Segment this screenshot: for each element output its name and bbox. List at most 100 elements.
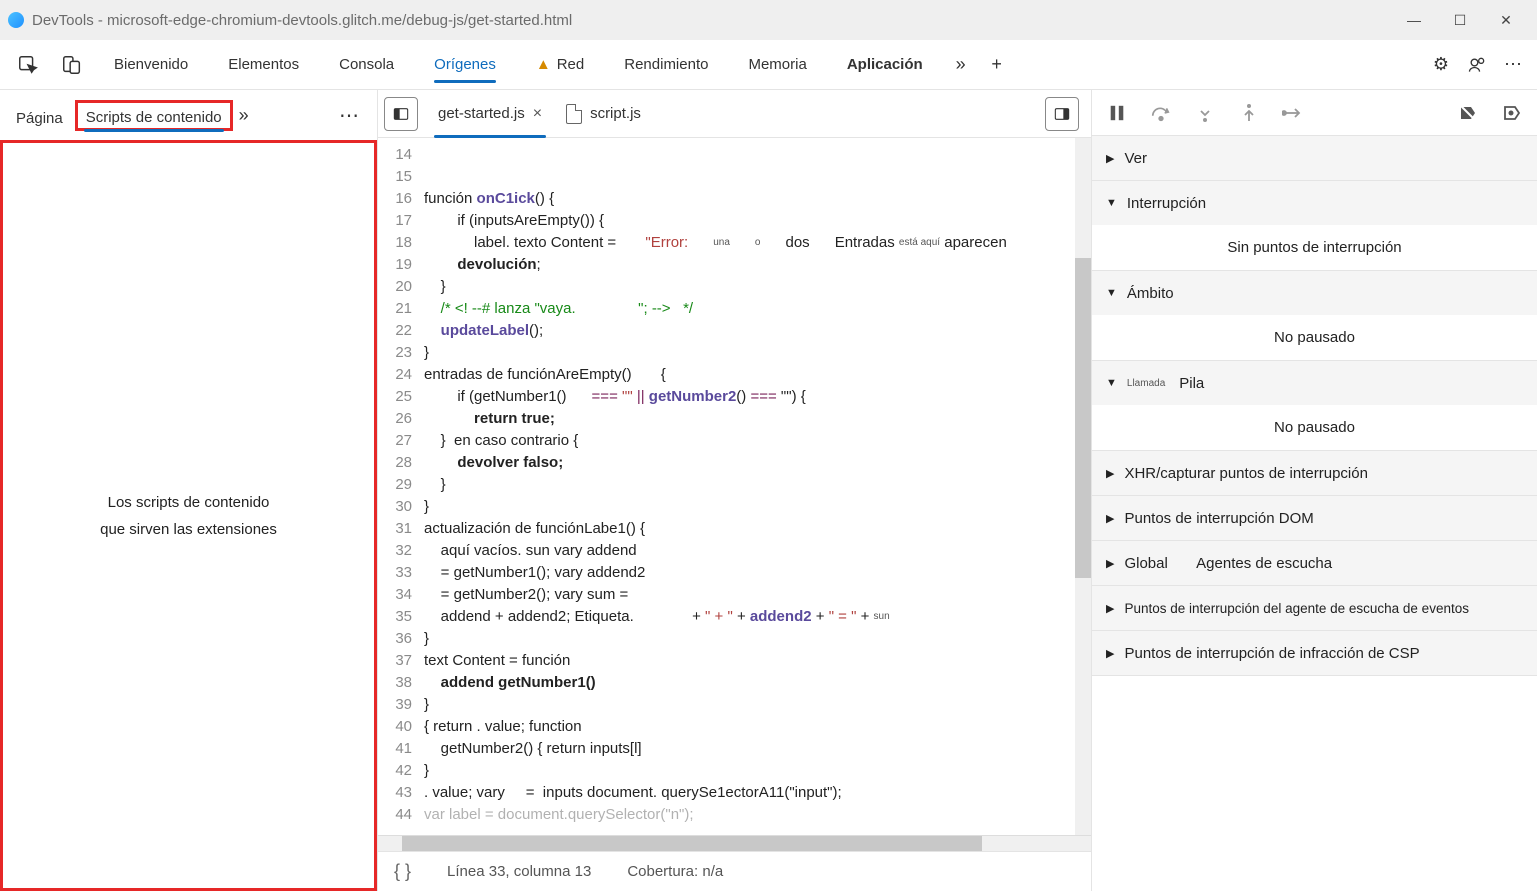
more-menu-icon[interactable]: ⋯ (1495, 47, 1531, 83)
tab-application[interactable]: Aplicación (827, 40, 943, 89)
tab-sources-label: Orígenes (434, 56, 496, 73)
callstack-pre: Llamada (1127, 378, 1165, 389)
tab-elements-label: Elementos (228, 56, 299, 73)
pause-icon[interactable] (1106, 102, 1128, 124)
device-tool[interactable] (50, 40, 94, 89)
tab-memory[interactable]: Memoria (728, 40, 826, 89)
h-scroll-thumb[interactable] (402, 836, 982, 851)
step-into-icon[interactable] (1194, 102, 1216, 124)
empty-line-2: que sirven las extensiones (100, 521, 277, 538)
listeners-label: Agentes de escucha (1196, 555, 1332, 572)
main-tabbar: Bienvenido Elementos Consola Orígenes ▲R… (0, 40, 1537, 90)
global-label: Global (1124, 555, 1167, 572)
more-tabs-icon[interactable]: » (943, 47, 979, 83)
coverage-status: Cobertura: n/a (627, 863, 723, 880)
titlebar: DevTools - microsoft-edge-chromium-devto… (0, 0, 1537, 40)
csp-bp-header[interactable]: ▶Puntos de interrupción de infracción de… (1092, 631, 1537, 675)
csp-bp-section: ▶Puntos de interrupción de infracción de… (1092, 631, 1537, 676)
code-content: función onC1ick() { if (inputsAreEmpty()… (420, 138, 1091, 835)
tab-application-label: Aplicación (847, 56, 923, 73)
xhr-bp-label: XHR/capturar puntos de interrupción (1124, 465, 1367, 482)
debug-toggle-button[interactable] (1045, 97, 1079, 131)
xhr-bp-header[interactable]: ▶ XHR/capturar puntos de interrupción (1092, 451, 1537, 495)
empty-line-1: Los scripts de contenido (108, 494, 270, 511)
inspect-tool[interactable] (6, 40, 50, 89)
nav-tab-page[interactable]: Página (6, 100, 73, 131)
callstack-header[interactable]: ▼LlamadaPila (1092, 361, 1537, 405)
debugger-pane: ▶Ver ▼Interrupción Sin puntos de interru… (1091, 90, 1537, 891)
editor-pane: get-started.js × script.js 14 15 16 17 1… (378, 90, 1091, 891)
tab-welcome-label: Bienvenido (114, 56, 188, 73)
callstack-not-paused: No pausado (1092, 405, 1537, 450)
vertical-scrollbar[interactable] (1075, 138, 1091, 835)
step-out-icon[interactable] (1238, 102, 1260, 124)
breakpoints-header[interactable]: ▼Interrupción (1092, 181, 1537, 225)
tab-elements[interactable]: Elementos (208, 40, 319, 89)
maximize-button[interactable]: ☐ (1437, 4, 1483, 36)
global-listeners-section: ▶ Global Agentes de escucha (1092, 541, 1537, 586)
v-scroll-thumb[interactable] (1075, 258, 1091, 578)
tab-welcome[interactable]: Bienvenido (94, 40, 208, 89)
watch-header[interactable]: ▶Ver (1092, 136, 1537, 180)
global-listeners-header[interactable]: ▶ Global Agentes de escucha (1092, 541, 1537, 585)
nav-tab-content-scripts-label: Scripts de contenido (86, 109, 222, 126)
file-tab-other[interactable]: script.js (556, 96, 651, 132)
deactivate-bp-icon[interactable] (1457, 102, 1479, 124)
expand-right-icon: ▶ (1106, 467, 1114, 480)
sources-navigator: Página Scripts de contenido » ⋯ Los scri… (0, 90, 378, 891)
tab-sources[interactable]: Orígenes (414, 40, 516, 89)
add-tab-icon[interactable]: + (979, 47, 1015, 83)
tab-network-label: Red (557, 56, 585, 73)
scope-not-paused: No pausado (1092, 315, 1537, 360)
expand-down-icon: ▼ (1106, 377, 1117, 389)
expand-right-icon: ▶ (1106, 557, 1114, 570)
file-icon (566, 104, 582, 124)
nav-tab-content-scripts[interactable]: Scripts de contenido (75, 100, 233, 131)
tab-network[interactable]: ▲Red (516, 40, 604, 89)
line-gutter: 14 15 16 17 18 19 20 21 22 23 24 25 26 2… (378, 138, 420, 835)
code-editor[interactable]: 14 15 16 17 18 19 20 21 22 23 24 25 26 2… (378, 138, 1091, 835)
no-breakpoints: Sin puntos de interrupción (1092, 225, 1537, 270)
file-tab-active[interactable]: get-started.js × (428, 97, 552, 131)
tab-console[interactable]: Consola (319, 40, 414, 89)
close-button[interactable]: ✕ (1483, 4, 1529, 36)
nav-menu-icon[interactable]: ⋯ (327, 103, 371, 128)
breakpoints-section: ▼Interrupción Sin puntos de interrupción (1092, 181, 1537, 271)
xhr-bp-section: ▶ XHR/capturar puntos de interrupción (1092, 451, 1537, 496)
file-tabbar: get-started.js × script.js (378, 90, 1091, 138)
minimize-button[interactable]: — (1391, 4, 1437, 36)
horizontal-scrollbar[interactable] (378, 835, 1091, 851)
scope-label: Ámbito (1127, 285, 1174, 302)
dom-bp-label: Puntos de interrupción DOM (1124, 510, 1313, 527)
feedback-icon[interactable] (1459, 47, 1495, 83)
settings-gear-icon[interactable]: ⚙ (1423, 47, 1459, 83)
edge-logo (8, 12, 24, 28)
close-tab-icon[interactable]: × (533, 105, 542, 123)
navigator-tabs: Página Scripts de contenido » ⋯ (0, 90, 377, 140)
tab-memory-label: Memoria (748, 56, 806, 73)
expand-right-icon: ▶ (1106, 512, 1114, 525)
pause-exceptions-icon[interactable] (1501, 102, 1523, 124)
debugger-toolbar (1092, 90, 1537, 136)
event-bp-section: ▶ Puntos de interrupción del agente de es… (1092, 586, 1537, 631)
editor-statusbar: { } Línea 33, columna 13 Cobertura: n/a (378, 851, 1091, 891)
expand-down-icon: ▼ (1106, 287, 1117, 299)
expand-right-icon: ▶ (1106, 152, 1114, 165)
expand-right-icon: ▶ (1106, 602, 1114, 615)
pretty-print-icon[interactable]: { } (394, 861, 411, 882)
window-title: DevTools - microsoft-edge-chromium-devto… (32, 12, 1391, 29)
step-over-icon[interactable] (1150, 102, 1172, 124)
tab-performance[interactable]: Rendimiento (604, 40, 728, 89)
nav-toggle-button[interactable] (384, 97, 418, 131)
event-bp-header[interactable]: ▶ Puntos de interrupción del agente de es… (1092, 586, 1537, 630)
nav-tab-page-label: Página (16, 110, 63, 127)
event-bp-label: Puntos de interrupción del agente de esc… (1124, 601, 1469, 616)
scope-header[interactable]: ▼ Ámbito (1092, 271, 1537, 315)
expand-down-icon: ▼ (1106, 197, 1117, 209)
step-icon[interactable] (1282, 102, 1304, 124)
scope-section: ▼ Ámbito No pausado (1092, 271, 1537, 361)
nav-more-icon[interactable]: » (239, 105, 249, 126)
tab-console-label: Consola (339, 56, 394, 73)
content-scripts-empty: Los scripts de contenido que sirven las e… (0, 140, 377, 891)
dom-bp-header[interactable]: ▶ Puntos de interrupción DOM (1092, 496, 1537, 540)
